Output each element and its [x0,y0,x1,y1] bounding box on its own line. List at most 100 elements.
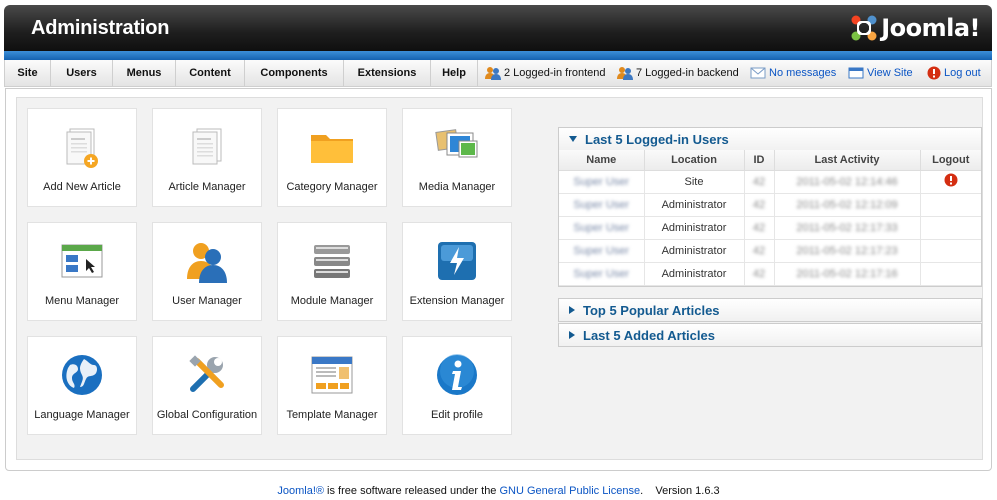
frontend-users-status: 2 Logged-in frontend [485,60,606,86]
view-site-link[interactable]: View Site [867,60,913,86]
user-last-activity: 2011-05-02 12:17:23 [774,239,921,263]
col-last-activity: Last Activity [774,150,921,171]
tile-menu-manager[interactable]: Menu Manager [27,222,137,321]
col-id: ID [744,150,775,171]
tile-label: User Manager [172,295,242,307]
tile-media-manager[interactable]: Media Manager [402,108,512,207]
message-icon [750,67,766,79]
col-logout: Logout [920,150,981,171]
article-manager-icon [192,128,222,165]
folder-icon [311,135,353,163]
module-title: Last 5 Logged-in Users [585,131,729,147]
module-title: Top 5 Popular Articles [583,302,720,318]
user-id: 42 [744,239,775,263]
user-last-activity: 2011-05-02 12:14:46 [774,170,921,194]
user-location: Administrator [644,193,745,217]
col-name: Name [559,150,645,171]
tile-module-manager[interactable]: Module Manager [277,222,387,321]
table-header-row: Name Location ID Last Activity Logout [559,150,981,171]
table-row: Super User Site 42 2011-05-02 12:14:46 [559,170,981,194]
logged-users-module: Last 5 Logged-in Users Name Location ID … [558,127,982,287]
menu-components[interactable]: Components [245,60,344,86]
menu-content[interactable]: Content [176,60,245,86]
logout-cell[interactable] [920,170,981,194]
module-title: Last 5 Added Articles [583,327,715,343]
frontend-count: 2 Logged-in frontend [504,67,606,79]
logged-users-header[interactable]: Last 5 Logged-in Users [559,128,981,150]
menu-extensions[interactable]: Extensions [344,60,431,86]
joomla-logo[interactable]: Joomla! [849,13,980,43]
view-site-status[interactable]: View Site [848,60,913,86]
tile-label: Add New Article [43,181,121,193]
user-name[interactable]: Super User [559,216,645,240]
tile-label: Menu Manager [45,295,119,307]
tile-label: Language Manager [34,409,130,421]
menu-site[interactable]: Site [5,60,51,86]
logout-status[interactable]: Log out [927,60,981,86]
user-name[interactable]: Super User [559,193,645,217]
popular-articles-header[interactable]: Top 5 Popular Articles [559,299,981,321]
user-id: 42 [744,216,775,240]
table-row: Super User Administrator 42 2011-05-02 1… [559,262,981,286]
added-articles-module[interactable]: Last 5 Added Articles [558,323,982,347]
tile-article-manager[interactable]: Article Manager [152,108,262,207]
user-name[interactable]: Super User [559,170,645,194]
users-icon [187,243,227,283]
gpl-link[interactable]: GNU General Public License [499,485,640,497]
joomla-logo-icon [851,15,877,41]
tile-language-manager[interactable]: Language Manager [27,336,137,435]
tile-template-manager[interactable]: Template Manager [277,336,387,435]
collapsed-arrow-icon [569,306,575,314]
template-icon [311,356,353,394]
user-last-activity: 2011-05-02 12:17:16 [774,262,921,286]
user-location: Administrator [644,216,745,240]
user-id: 42 [744,262,775,286]
tile-edit-profile[interactable]: Edit profile [402,336,512,435]
module-icon [314,245,350,278]
tile-add-new-article[interactable]: Add New Article [27,108,137,207]
extension-icon [438,242,476,280]
joomla-logo-text: Joomla! [881,14,980,42]
messages-status[interactable]: No messages [750,60,836,86]
logout-icon[interactable] [944,173,958,187]
table-row: Super User Administrator 42 2011-05-02 1… [559,216,981,240]
menu-manager-icon [61,244,103,278]
globe-icon [62,355,102,395]
expanded-arrow-icon [569,136,577,142]
user-location: Administrator [644,239,745,263]
menu-help[interactable]: Help [431,60,478,86]
footer-text-end: . [640,485,644,497]
cpanel-area: Add New Article Article Manager Category… [16,97,983,460]
tile-label: Article Manager [168,181,246,193]
tile-global-configuration[interactable]: Global Configuration [152,336,262,435]
tile-extension-manager[interactable]: Extension Manager [402,222,512,321]
tile-category-manager[interactable]: Category Manager [277,108,387,207]
menu-users[interactable]: Users [51,60,113,86]
logout-link[interactable]: Log out [944,60,981,86]
tools-icon [189,355,224,392]
joomla-link[interactable]: Joomla!® [277,485,324,497]
logout-icon [927,66,941,80]
popular-articles-module[interactable]: Top 5 Popular Articles [558,298,982,322]
added-articles-header[interactable]: Last 5 Added Articles [559,324,981,346]
user-id: 42 [744,193,775,217]
users-icon [617,67,633,80]
user-location: Administrator [644,262,745,286]
tile-label: Module Manager [290,295,374,307]
menu-menus[interactable]: Menus [113,60,176,86]
view-site-icon [848,67,864,79]
backend-users-status: 7 Logged-in backend [617,60,739,86]
user-name[interactable]: Super User [559,262,645,286]
user-location: Site [644,170,745,194]
main-panel: Add New Article Article Manager Category… [5,88,992,471]
tile-user-manager[interactable]: User Manager [152,222,262,321]
main-menu: Site Users Menus Content Components Exte… [4,60,992,87]
messages-link[interactable]: No messages [769,60,836,86]
user-name[interactable]: Super User [559,239,645,263]
user-last-activity: 2011-05-02 12:17:33 [774,216,921,240]
user-id: 42 [744,170,775,194]
tile-label: Extension Manager [409,295,505,307]
tile-label: Edit profile [431,409,483,421]
media-icon [435,129,478,158]
logout-cell [920,262,981,286]
